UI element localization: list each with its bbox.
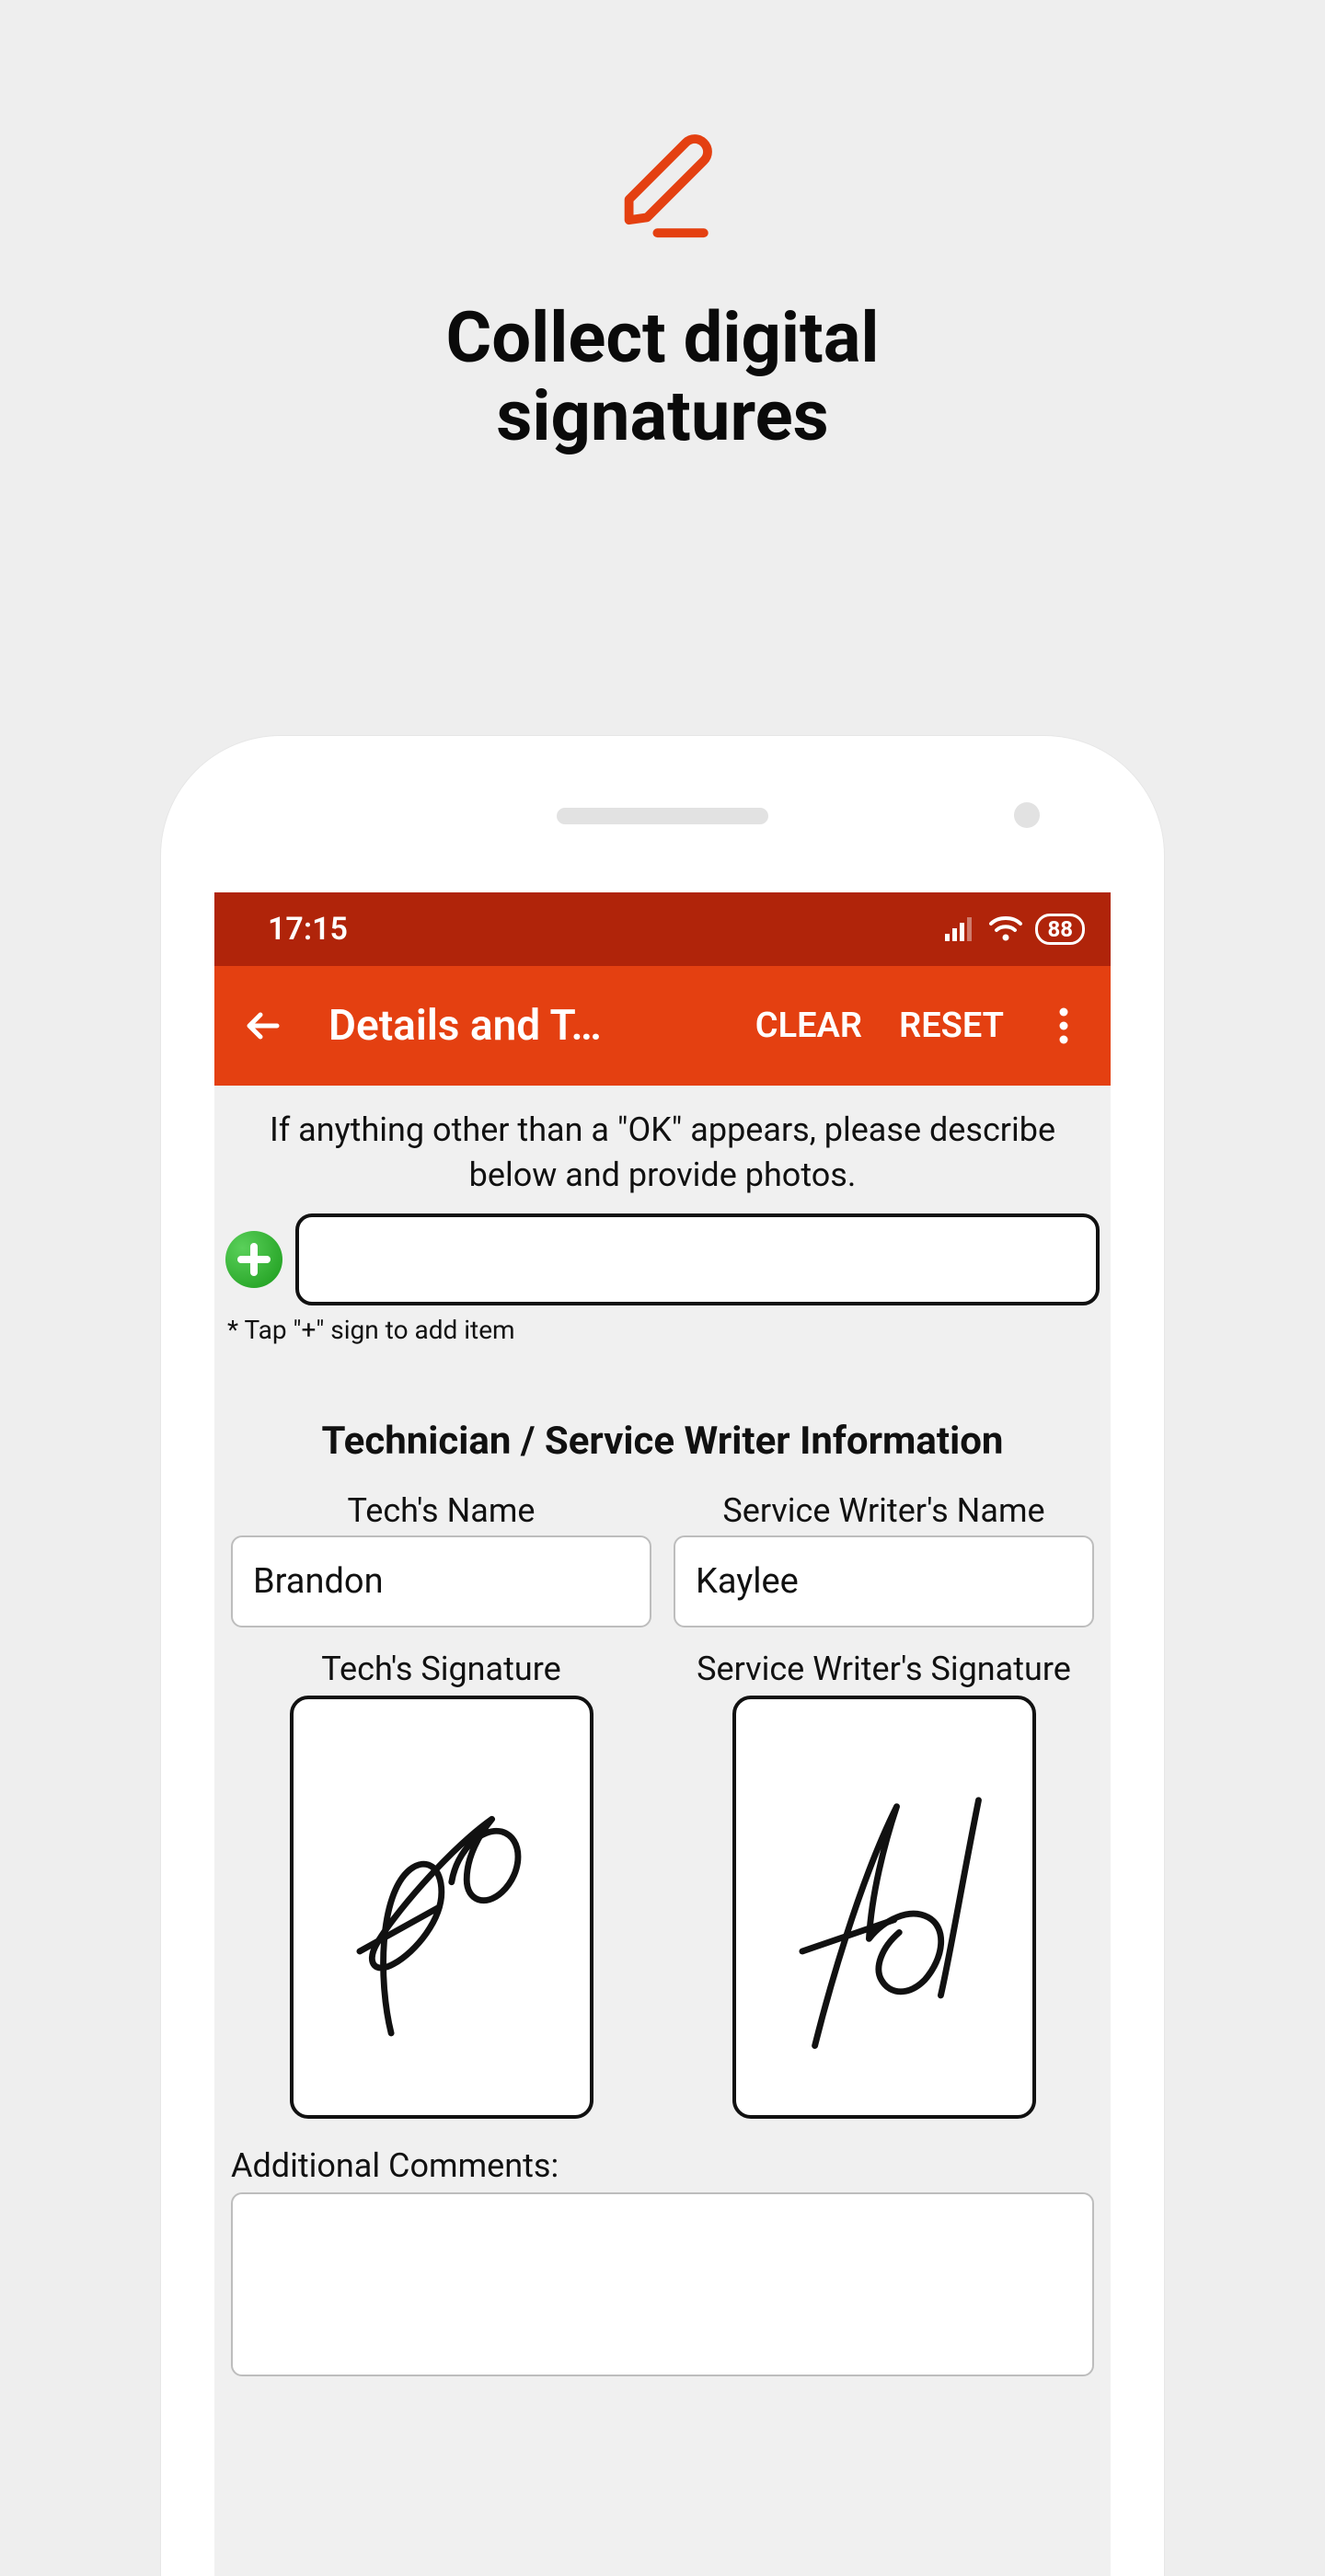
tech-signature-drawing	[316, 1731, 568, 2084]
more-vert-icon	[1059, 1007, 1068, 1044]
tech-name-value: Brandon	[253, 1561, 384, 1602]
status-icons: 88	[945, 914, 1085, 945]
writer-name-input[interactable]: Kaylee	[674, 1535, 1094, 1627]
wifi-icon	[989, 916, 1022, 942]
status-bar: 17:15 88	[214, 892, 1111, 966]
reset-button[interactable]: RESET	[899, 1006, 1004, 1046]
writer-signature-pad[interactable]	[732, 1696, 1036, 2119]
writer-signature-drawing	[758, 1731, 1010, 2084]
arrow-left-icon	[242, 1005, 284, 1047]
clear-button[interactable]: CLEAR	[755, 1006, 862, 1046]
add-item-button[interactable]	[225, 1231, 282, 1288]
hero-edit-icon	[0, 120, 1325, 248]
app-title: Details and T…	[328, 1001, 602, 1051]
tech-name-label: Tech's Name	[348, 1491, 536, 1530]
tech-signature-label: Tech's Signature	[321, 1650, 560, 1688]
phone-screen: 17:15 88	[214, 892, 1111, 2576]
hero-title: Collect digital signatures	[0, 299, 1325, 455]
overflow-menu-button[interactable]	[1041, 1007, 1087, 1044]
comments-label: Additional Comments:	[214, 2119, 1111, 2192]
form-content: If anything other than a "OK" appears, p…	[214, 1086, 1111, 2576]
tech-name-input[interactable]: Brandon	[231, 1535, 651, 1627]
instruction-text: If anything other than a "OK" appears, p…	[214, 1098, 1111, 1213]
phone-frame: 17:15 88	[161, 736, 1164, 2576]
app-bar: Details and T… CLEAR RESET	[214, 966, 1111, 1086]
status-time: 17:15	[268, 911, 348, 948]
add-item-hint: * Tap "+" sign to add item	[214, 1305, 1111, 1345]
signal-icon	[945, 917, 976, 941]
add-item-input[interactable]	[295, 1213, 1100, 1305]
comments-input[interactable]	[231, 2192, 1094, 2376]
phone-camera	[1014, 802, 1040, 828]
back-button[interactable]	[231, 1005, 295, 1047]
tech-signature-pad[interactable]	[290, 1696, 593, 2119]
writer-name-value: Kaylee	[696, 1561, 799, 1602]
phone-speaker	[557, 808, 768, 824]
battery-indicator: 88	[1035, 914, 1085, 945]
plus-icon	[236, 1241, 272, 1278]
writer-name-label: Service Writer's Name	[722, 1491, 1044, 1530]
section-title: Technician / Service Writer Information	[214, 1419, 1111, 1464]
writer-signature-label: Service Writer's Signature	[697, 1650, 1071, 1688]
